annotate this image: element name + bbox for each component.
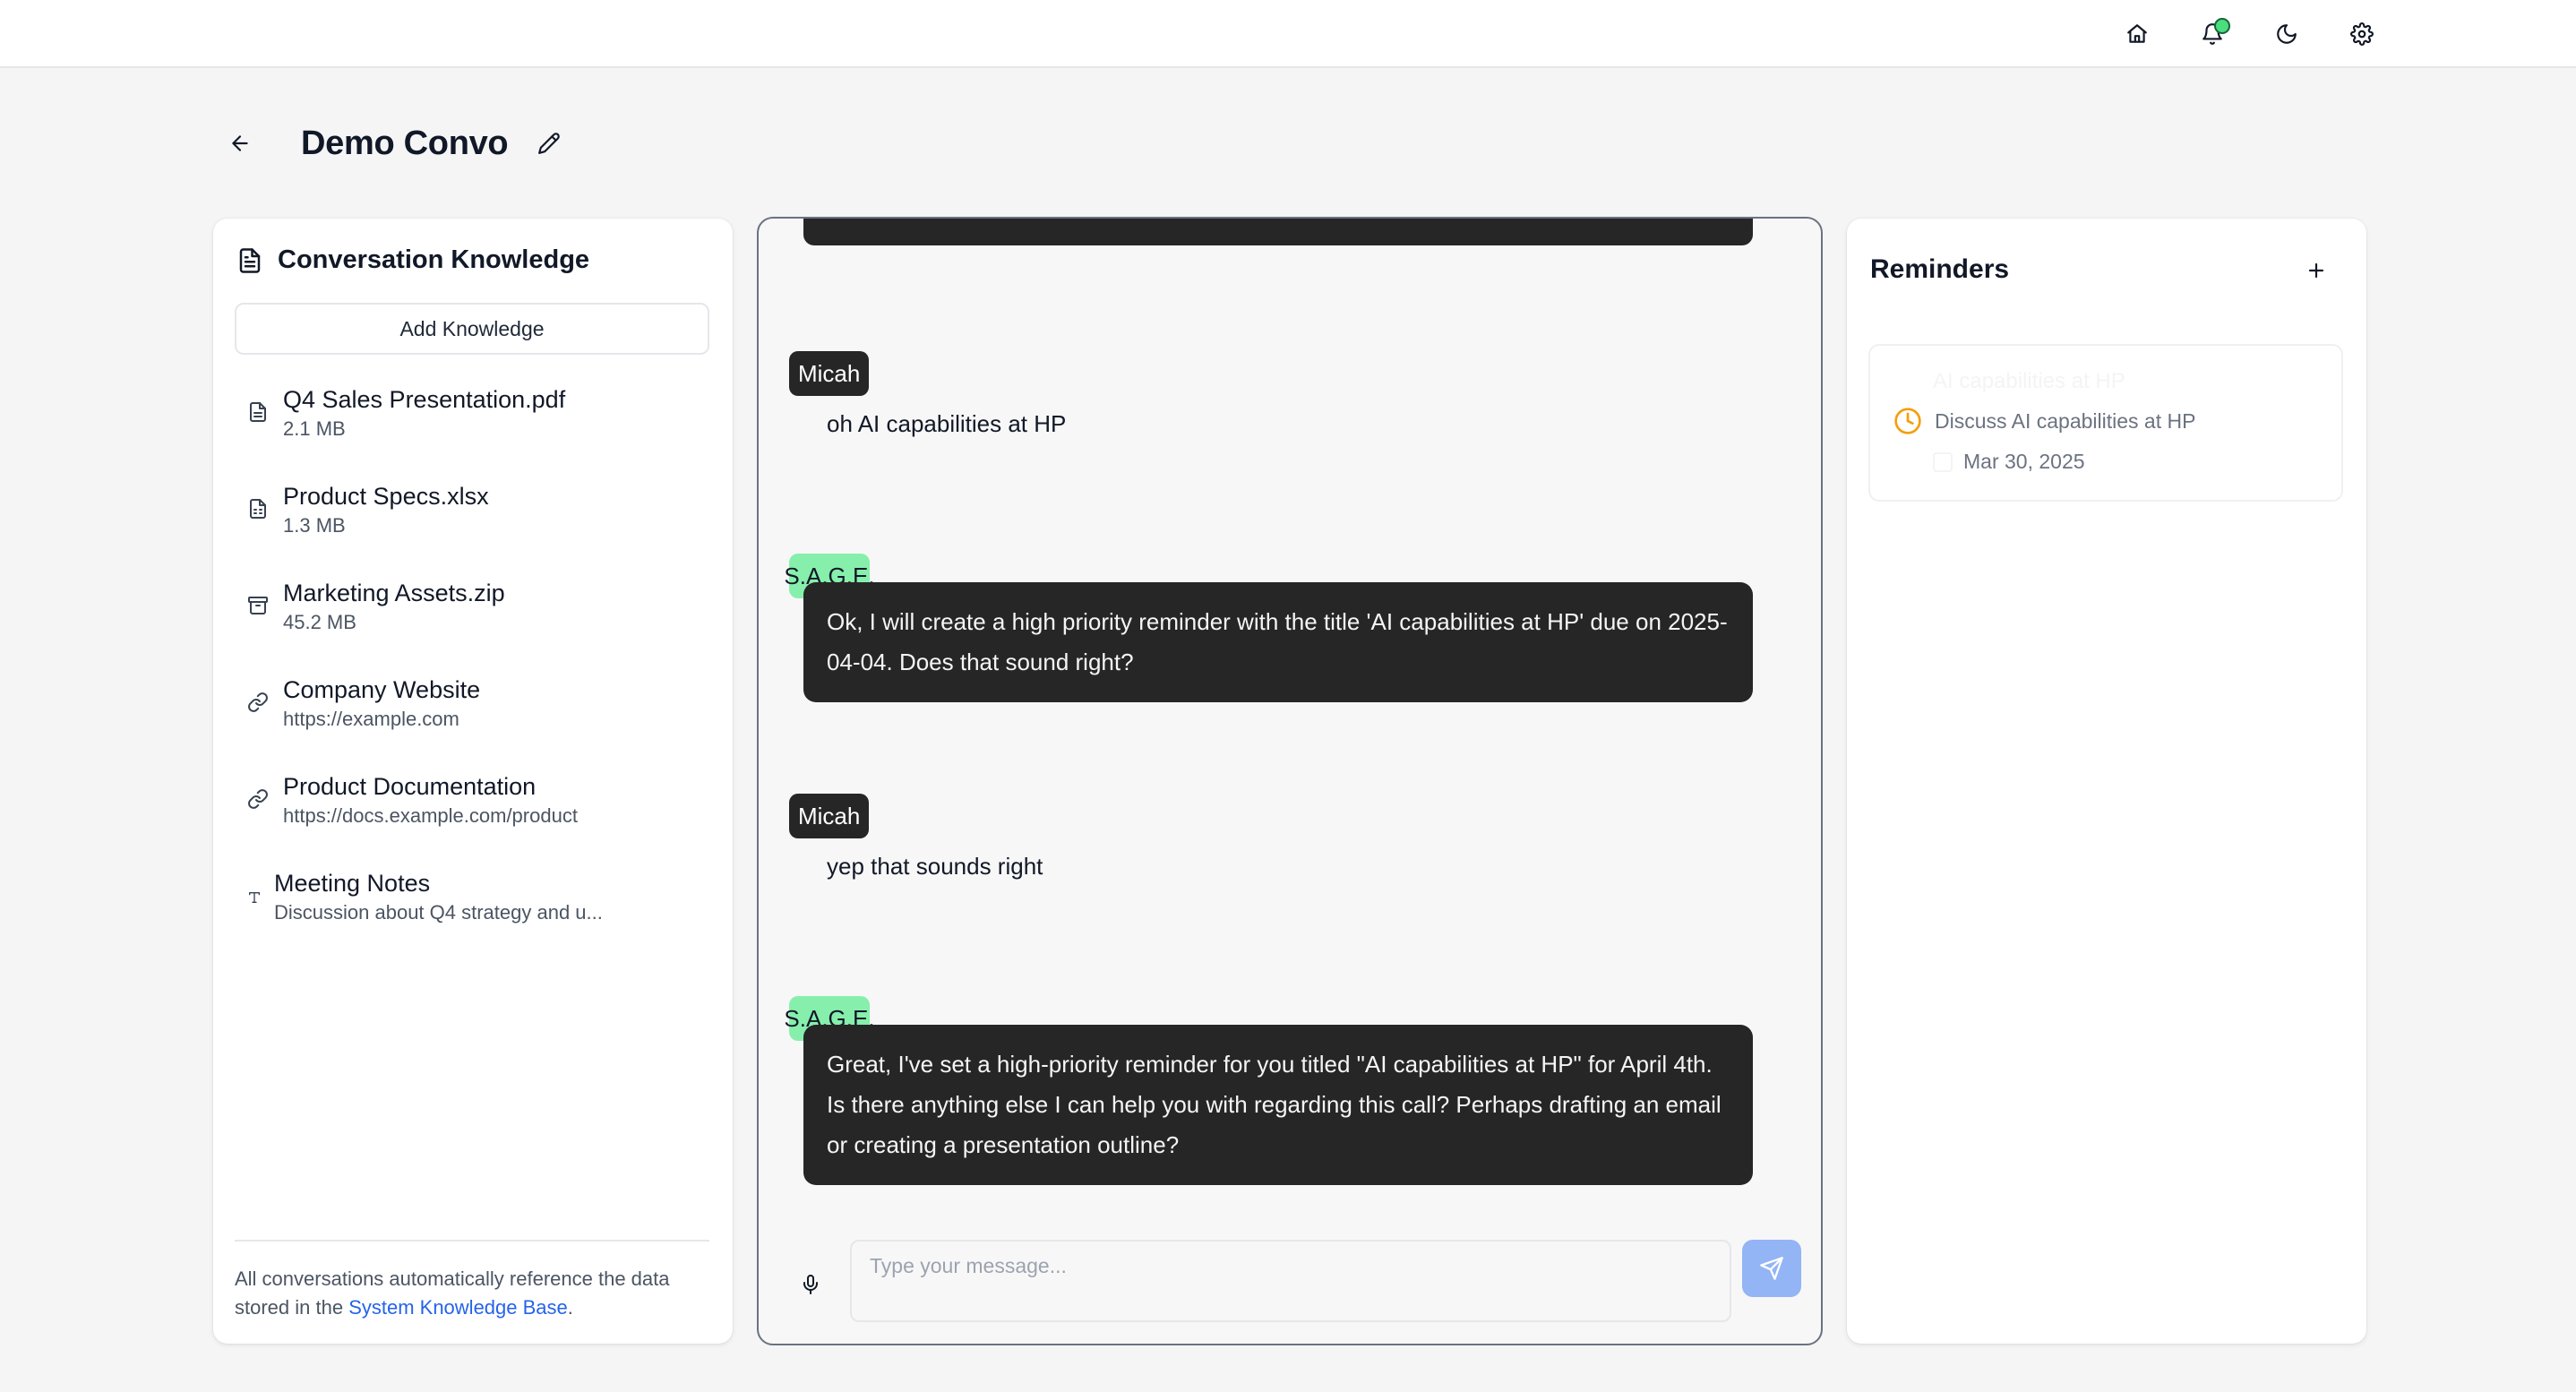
knowledge-item-size: 1.3 MB — [283, 514, 346, 537]
knowledge-item[interactable]: Company Website https://example.com — [235, 674, 709, 770]
knowledge-title: Conversation Knowledge — [278, 245, 590, 274]
chat-panel: Micah oh AI capabilities at HP S.A.G.E. … — [757, 217, 1823, 1345]
knowledge-header: Conversation Knowledge — [236, 245, 589, 275]
knowledge-item[interactable]: Product Documentation https://docs.examp… — [235, 770, 709, 867]
knowledge-item-size: 45.2 MB — [283, 611, 356, 633]
sender-badge-user: Micah — [789, 351, 870, 396]
user-message: yep that sounds right — [827, 853, 1043, 880]
knowledge-item-name: Product Specs.xlsx — [283, 483, 489, 510]
microphone-icon — [803, 1275, 818, 1294]
reminder-date: Mar 30, 2025 — [1963, 450, 2085, 473]
reminder-title: AI capabilities at HP — [1933, 369, 2125, 393]
reminders-panel: Reminders AI capabilities at HP Discuss … — [1847, 219, 2366, 1344]
top-bar — [0, 0, 2576, 68]
document-icon — [239, 247, 261, 273]
link-icon — [247, 692, 269, 713]
add-knowledge-button[interactable]: Add Knowledge — [235, 303, 709, 355]
knowledge-item[interactable]: Marketing Assets.zip 45.2 MB — [235, 577, 709, 674]
send-icon — [1760, 1257, 1783, 1280]
knowledge-list: Q4 Sales Presentation.pdf 2.1 MB Product… — [235, 383, 709, 964]
calendar-icon — [1933, 451, 1953, 472]
back-button[interactable] — [220, 124, 260, 163]
page-title: Demo Convo — [301, 124, 509, 162]
knowledge-item-url: https://example.com — [283, 708, 459, 730]
knowledge-item-name: Marketing Assets.zip — [283, 580, 505, 606]
knowledge-item-preview: Discussion about Q4 strategy and u... — [274, 901, 603, 924]
knowledge-item-name: Meeting Notes — [274, 870, 431, 897]
reminder-card[interactable]: AI capabilities at HP Discuss AI capabil… — [1868, 344, 2343, 502]
microphone-button[interactable] — [791, 1265, 830, 1304]
footer-end: . — [567, 1296, 573, 1319]
moon-icon[interactable] — [2267, 14, 2306, 54]
notification-dot — [2214, 18, 2230, 34]
knowledge-item-size: 2.1 MB — [283, 417, 346, 440]
bot-message: Ok, I will create a high priority remind… — [803, 582, 1753, 702]
clock-icon — [1894, 408, 1921, 434]
knowledge-item[interactable]: Meeting Notes Discussion about Q4 strate… — [235, 867, 709, 964]
plus-icon — [2308, 262, 2324, 279]
spreadsheet-icon — [247, 498, 269, 520]
link-icon — [247, 788, 269, 810]
knowledge-item[interactable]: Product Specs.xlsx 1.3 MB — [235, 480, 709, 577]
text-icon — [247, 885, 260, 907]
user-message: oh AI capabilities at HP — [827, 410, 1067, 437]
bot-message: Great, I've set a high-priority reminder… — [803, 1025, 1753, 1185]
arrow-left-icon — [232, 135, 248, 151]
reminder-description: Discuss AI capabilities at HP — [1935, 408, 2196, 433]
knowledge-item-name: Company Website — [283, 676, 481, 703]
bell-icon[interactable] — [2193, 14, 2232, 54]
home-icon[interactable] — [2117, 14, 2157, 54]
add-reminder-button[interactable] — [2297, 251, 2336, 290]
knowledge-panel: Conversation Knowledge Add Knowledge Q4 … — [213, 219, 733, 1344]
sender-badge-user: Micah — [789, 794, 870, 838]
send-button[interactable] — [1742, 1240, 1801, 1297]
gear-icon[interactable] — [2342, 14, 2382, 54]
message-composer — [759, 1240, 1821, 1344]
knowledge-item[interactable]: Q4 Sales Presentation.pdf 2.1 MB — [235, 383, 709, 480]
pencil-icon — [538, 133, 561, 154]
reminders-title: Reminders — [1870, 254, 2010, 284]
previous-message-bubble — [803, 219, 1753, 245]
file-text-icon — [247, 401, 269, 423]
page-header: Demo Convo — [220, 115, 569, 172]
knowledge-item-name: Product Documentation — [283, 773, 537, 800]
knowledge-item-name: Q4 Sales Presentation.pdf — [283, 386, 566, 413]
message-input[interactable] — [850, 1240, 1731, 1322]
knowledge-footer: All conversations automatically referenc… — [235, 1240, 709, 1322]
archive-icon — [247, 595, 269, 616]
knowledge-item-url: https://docs.example.com/product — [283, 804, 578, 827]
edit-title-button[interactable] — [529, 124, 569, 163]
message-list[interactable]: Micah oh AI capabilities at HP S.A.G.E. … — [759, 219, 1821, 1222]
system-knowledge-base-link[interactable]: System Knowledge Base — [348, 1296, 568, 1319]
